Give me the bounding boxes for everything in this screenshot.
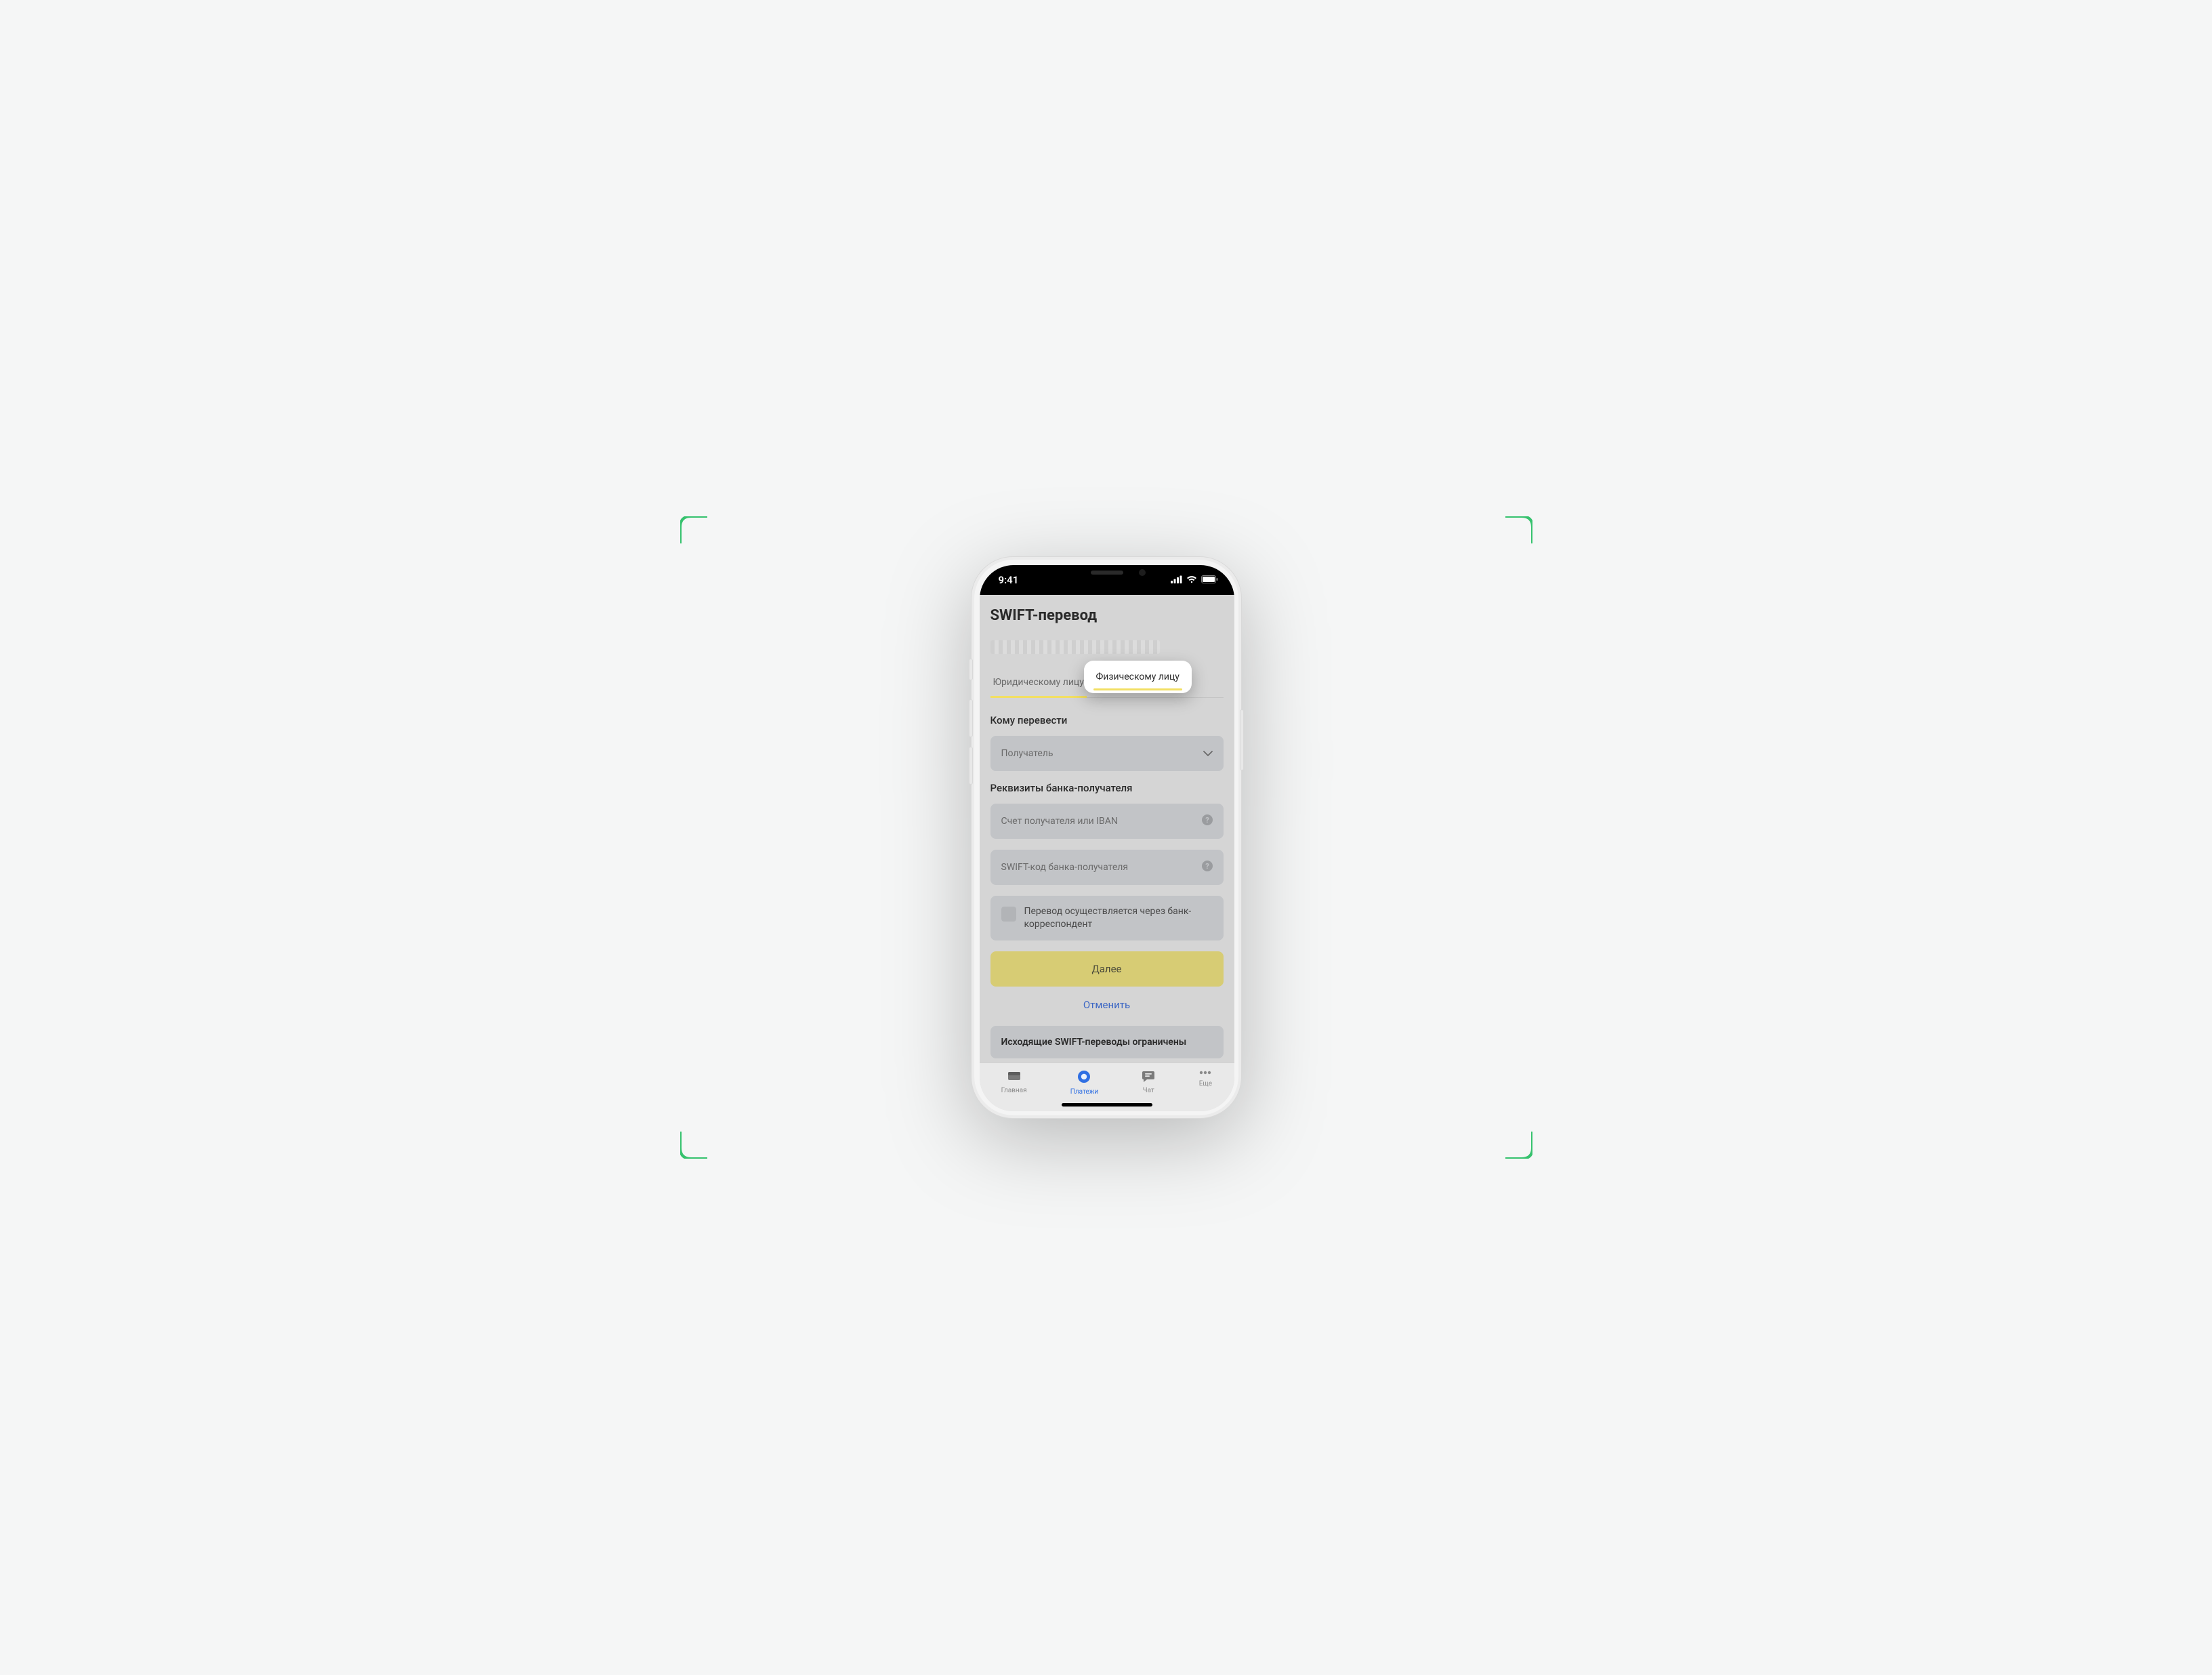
canvas-corner: [680, 516, 707, 543]
tab-payments-label: Платежи: [1070, 1088, 1098, 1096]
phone-mockup: 9:41 SWIFT-перевод Юридическому лицу Физ…: [971, 556, 1242, 1119]
app-content: SWIFT-перевод Юридическому лицу Физическ…: [980, 595, 1234, 1062]
chat-icon: [1142, 1070, 1155, 1084]
swift-placeholder: SWIFT-код банка-получателя: [1001, 862, 1129, 873]
redacted-subtitle: [990, 640, 1160, 654]
phone-frame: 9:41 SWIFT-перевод Юридическому лицу Физ…: [971, 556, 1242, 1119]
power-button: [1240, 709, 1244, 770]
help-icon[interactable]: ?: [1202, 861, 1213, 874]
chevron-down-icon: [1203, 748, 1213, 759]
correspondent-bank-checkbox[interactable]: Перевод осуществляется через банк-коррес…: [990, 896, 1224, 940]
home-icon: [1007, 1070, 1022, 1084]
tab-chat[interactable]: Чат: [1142, 1070, 1155, 1094]
recipient-type-tabs: Юридическому лицу Физическому лицу Физич…: [990, 670, 1224, 698]
svg-text:?: ?: [1205, 816, 1209, 825]
checkbox-box: [1001, 907, 1016, 922]
swift-restriction-notice: Исходящие SWIFT-переводы ограничены: [990, 1026, 1224, 1058]
mute-switch: [969, 659, 973, 680]
account-iban-input[interactable]: Счет получателя или IBAN ?: [990, 804, 1224, 839]
cancel-button[interactable]: Отменить: [990, 999, 1224, 1011]
status-time: 9:41: [999, 574, 1019, 586]
swift-code-input[interactable]: SWIFT-код банка-получателя ?: [990, 850, 1224, 885]
payments-icon: [1077, 1070, 1091, 1085]
tab-payments[interactable]: Платежи: [1070, 1070, 1098, 1096]
battery-icon: [1201, 574, 1218, 586]
canvas-corner: [1505, 516, 1532, 543]
canvas-frame: 9:41 SWIFT-перевод Юридическому лицу Физ…: [680, 516, 1532, 1159]
more-icon: [1198, 1070, 1212, 1077]
recipient-placeholder: Получатель: [1001, 748, 1053, 759]
help-icon[interactable]: ?: [1202, 814, 1213, 828]
section-label-recipient: Кому перевести: [990, 714, 1224, 726]
tab-individual[interactable]: Физическому лицу: [1084, 661, 1192, 693]
phone-screen: 9:41 SWIFT-перевод Юридическому лицу Физ…: [980, 565, 1234, 1111]
front-camera: [1139, 569, 1146, 576]
canvas-corner: [1505, 1132, 1532, 1159]
page-title: SWIFT-перевод: [990, 607, 1224, 624]
checkbox-label: Перевод осуществляется через банк-коррес…: [1024, 905, 1213, 931]
status-icons: [1171, 574, 1218, 586]
canvas-corner: [680, 1132, 707, 1159]
cellular-icon: [1171, 574, 1182, 586]
section-label-bank: Реквизиты банка-получателя: [990, 782, 1224, 794]
volume-down: [969, 747, 973, 785]
tab-more[interactable]: Еще: [1198, 1070, 1212, 1088]
recipient-select[interactable]: Получатель: [990, 736, 1224, 771]
phone-notch: [1049, 565, 1165, 587]
speaker-grille: [1091, 571, 1123, 575]
tab-home[interactable]: Главная: [1001, 1070, 1027, 1094]
tab-home-label: Главная: [1001, 1087, 1027, 1094]
next-button[interactable]: Далее: [990, 951, 1224, 987]
home-indicator[interactable]: [1062, 1103, 1152, 1107]
tab-chat-label: Чат: [1143, 1087, 1154, 1094]
account-placeholder: Счет получателя или IBAN: [1001, 816, 1118, 827]
tab-more-label: Еще: [1199, 1080, 1212, 1088]
wifi-icon: [1186, 574, 1197, 586]
volume-up: [969, 699, 973, 737]
tab-legal-entity[interactable]: Юридическому лицу: [990, 670, 1087, 697]
svg-text:?: ?: [1205, 862, 1209, 871]
